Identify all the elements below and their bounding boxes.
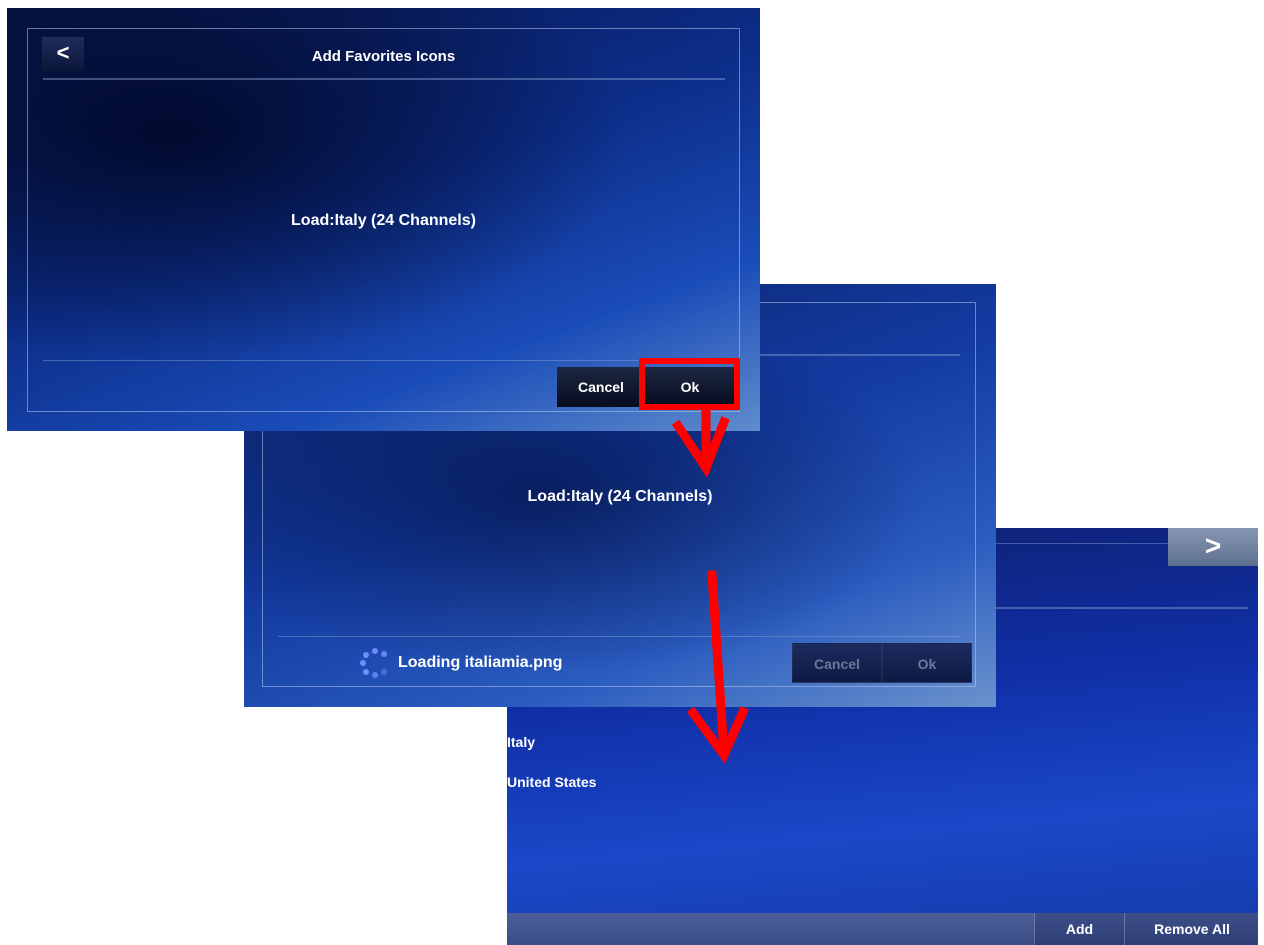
annotation-arrows [671, 405, 749, 764]
arrow-to-list [686, 570, 749, 764]
arrow-to-loading [671, 405, 730, 478]
